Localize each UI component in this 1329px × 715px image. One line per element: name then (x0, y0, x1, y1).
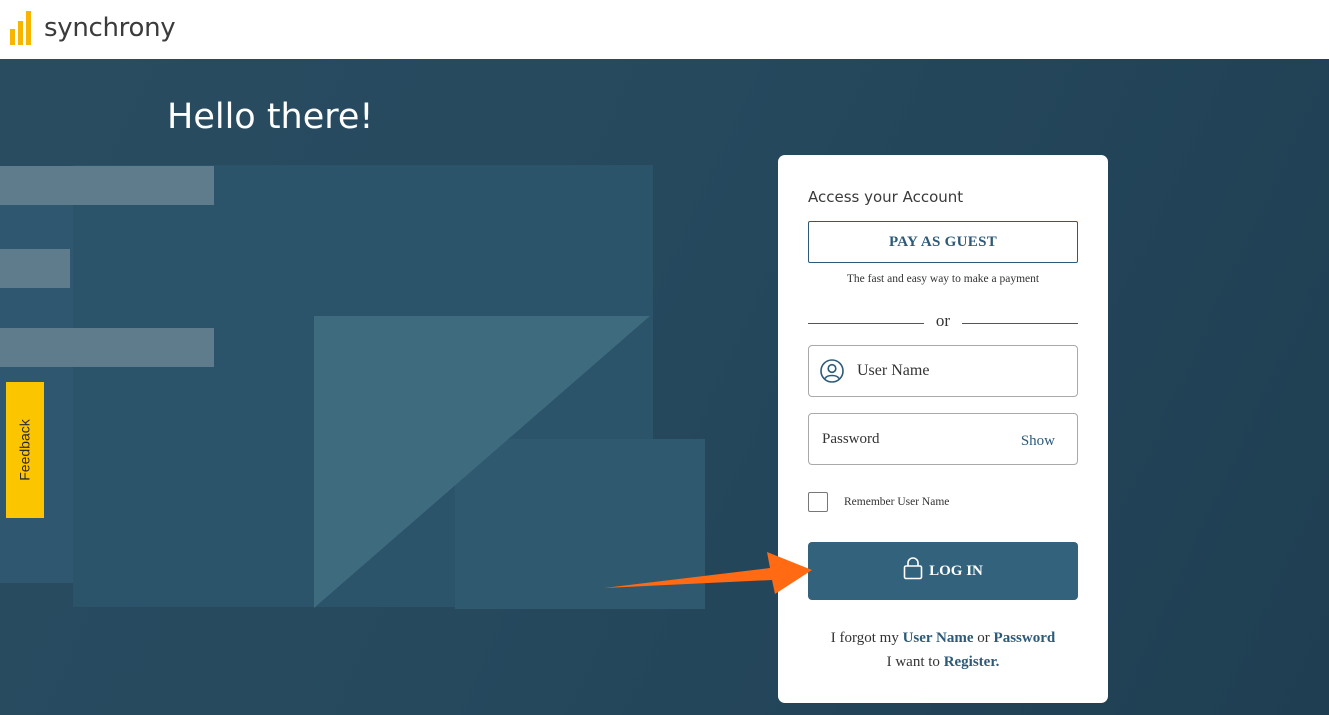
login-button-label: LOG IN (929, 562, 983, 579)
register-prefix: I want to (886, 654, 940, 670)
hero-section: Hello there! Feedback Access your Accoun… (0, 59, 1329, 715)
feedback-tab[interactable]: Feedback (6, 382, 44, 518)
username-field[interactable]: User Name (808, 345, 1078, 397)
login-button[interactable]: LOG IN (808, 542, 1078, 600)
forgot-username-link[interactable]: User Name (903, 630, 974, 646)
password-field[interactable]: Password Show (808, 413, 1078, 465)
synchrony-logo[interactable]: synchrony (8, 8, 176, 48)
remember-username: Remember User Name (808, 492, 949, 512)
forgot-links: I forgot my User Name or Password I want… (778, 626, 1108, 674)
remember-username-label: Remember User Name (844, 496, 950, 508)
lock-icon (903, 557, 923, 580)
show-password-toggle[interactable]: Show (1021, 433, 1055, 450)
login-card: Access your Account PAY AS GUEST The fas… (778, 155, 1108, 703)
annotation-arrow-icon (604, 552, 812, 594)
or-divider: or (808, 311, 1078, 331)
site-header: synchrony (0, 0, 1329, 59)
user-icon (820, 359, 844, 383)
divider-or-text: or (935, 311, 951, 330)
page-greeting: Hello there! (167, 97, 374, 137)
bg-bar-3 (0, 328, 214, 367)
bg-bar-2 (0, 249, 70, 288)
forgot-prefix: I forgot my (830, 630, 899, 646)
feedback-label: Feedback (17, 419, 34, 481)
card-title: Access your Account (808, 188, 964, 206)
pay-as-guest-button[interactable]: PAY AS GUEST (808, 221, 1078, 263)
username-placeholder: User Name (857, 362, 930, 379)
forgot-or-text: or (977, 630, 990, 646)
divider-line-right (962, 323, 1078, 324)
register-link[interactable]: Register. (944, 654, 1000, 670)
logo-text: synchrony (44, 13, 176, 43)
forgot-password-link[interactable]: Password (994, 630, 1056, 646)
register-line: I want to Register. (778, 650, 1108, 674)
password-placeholder: Password (822, 431, 880, 447)
synchrony-bars-icon (8, 9, 38, 47)
bg-bar-1 (0, 166, 214, 205)
forgot-line: I forgot my User Name or Password (778, 626, 1108, 650)
remember-username-checkbox[interactable] (808, 492, 828, 512)
guest-subtitle: The fast and easy way to make a payment (846, 273, 1040, 285)
